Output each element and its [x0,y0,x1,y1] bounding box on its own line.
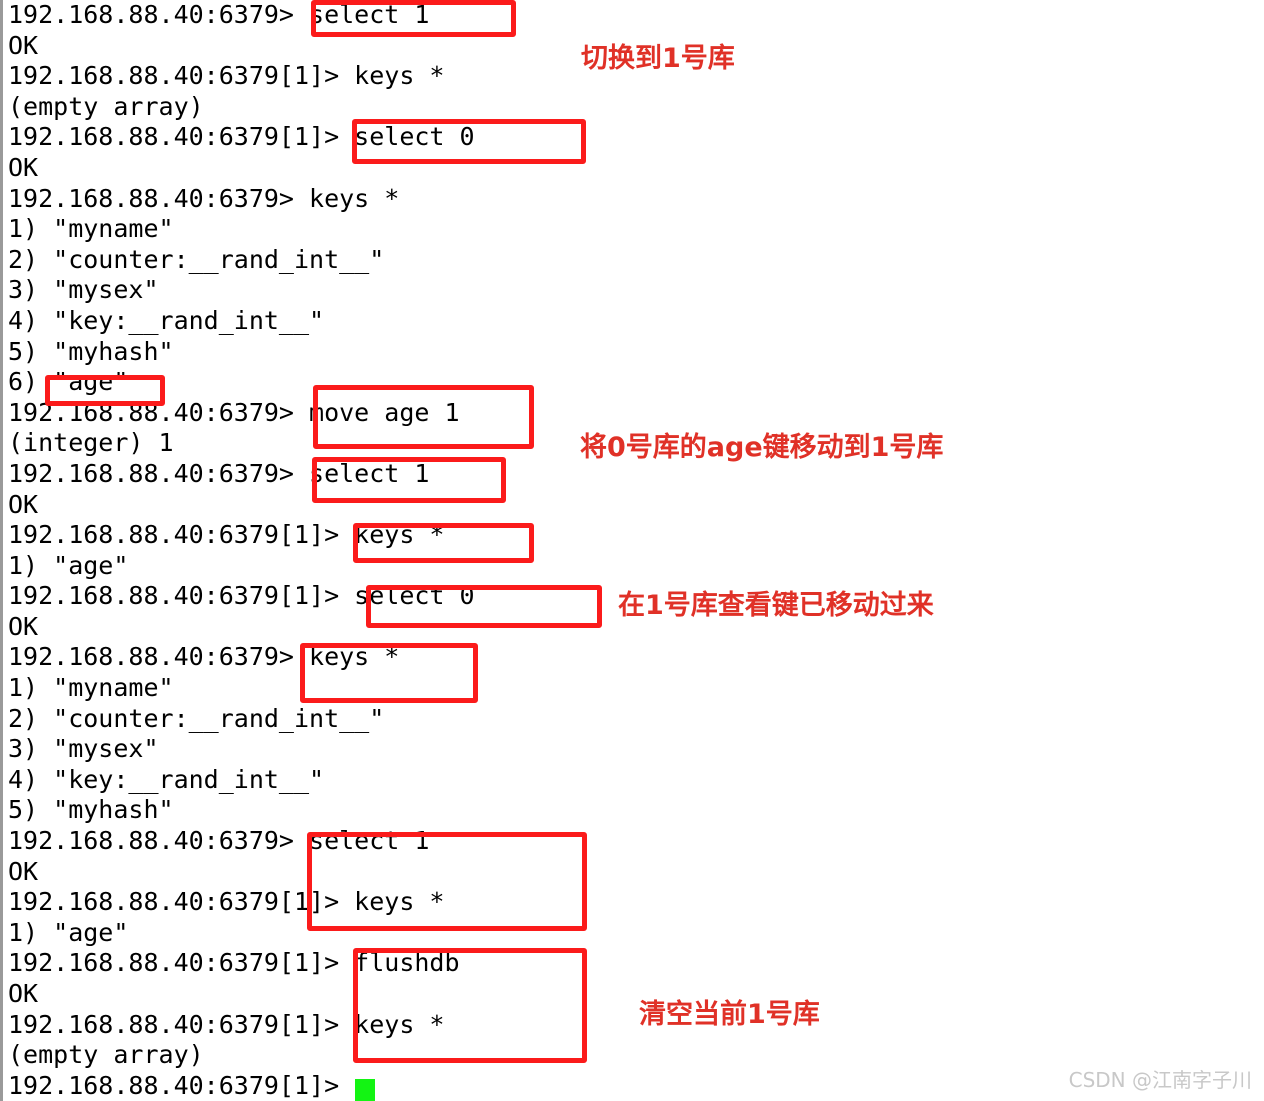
terminal-line: OK [8,489,39,519]
csdn-watermark: CSDN @江南字子川 [1068,1068,1252,1092]
terminal-line: 1) "myname" [8,673,174,703]
terminal-line: OK [8,856,39,886]
annotation-flush-db1: 清空当前1号库 [639,999,820,1030]
terminal-line: (empty array) [8,1040,204,1070]
annotation-verify-in-db1: 在1号库查看键已移动过来 [618,590,934,621]
terminal-line: 192.168.88.40:6379> select 1 [8,826,430,856]
terminal-line: 5) "myhash" [8,795,174,825]
terminal-cursor [355,1079,375,1101]
terminal-line: 192.168.88.40:6379> keys * [8,642,400,672]
terminal-line: 192.168.88.40:6379[1]> select 0 [8,122,475,152]
terminal-line: (empty array) [8,91,204,121]
terminal-line: 192.168.88.40:6379[1]> keys * [8,887,445,917]
annotation-switch-to-db1: 切换到1号库 [581,43,735,74]
terminal-output[interactable]: 192.168.88.40:6379> select 1 OK 192.168.88… [8,0,1248,1101]
terminal-line: 1) "age" [8,917,129,947]
terminal-line: 2) "counter:__rand_int__" [8,703,385,733]
terminal-line: 192.168.88.40:6379[1]> keys * [8,1009,445,1039]
terminal-line: 192.168.88.40:6379> select 1 [8,0,430,29]
terminal-line: 1) "myname" [8,214,174,244]
terminal-screenshot: 192.168.88.40:6379> select 1 OK 192.168.88… [0,0,1264,1101]
terminal-line: 192.168.88.40:6379> keys * [8,183,400,213]
terminal-line: OK [8,152,39,182]
terminal-line: 4) "key:__rand_int__" [8,764,325,794]
terminal-line: OK [8,979,39,1008]
terminal-line: 6) "age" [8,367,129,397]
terminal-line: 5) "myhash" [8,336,174,366]
terminal-line: 192.168.88.40:6379[1]> flushdb [8,948,460,978]
terminal-line: 4) "key:__rand_int__" [8,305,325,335]
terminal-line: 3) "mysex" [8,275,159,305]
annotation-move-age-to-db1: 将0号库的age键移动到1号库 [580,432,944,463]
terminal-line: 192.168.88.40:6379> select 1 [8,458,430,488]
terminal-line: 3) "mysex" [8,734,159,764]
terminal-line: 1) "age" [8,550,129,580]
terminal-line: 192.168.88.40:6379> move age 1 [8,397,460,427]
terminal-left-edge [0,0,3,1101]
terminal-line: 192.168.88.40:6379[1]> [8,1070,355,1100]
terminal-line: 192.168.88.40:6379[1]> keys * [8,520,445,550]
terminal-line: 2) "counter:__rand_int__" [8,244,385,274]
